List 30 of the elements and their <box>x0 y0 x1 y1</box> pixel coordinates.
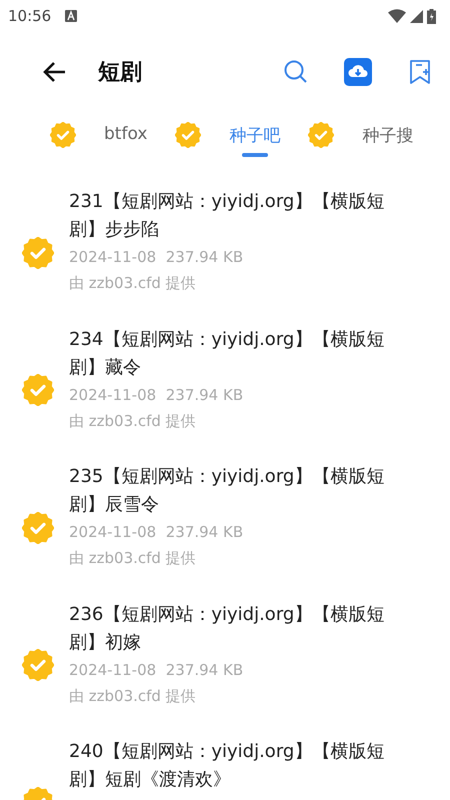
item-date-size: 2024-11-08 237.94 KB <box>69 660 244 680</box>
item-date-size: 2024-11-08 237.94 KB <box>69 247 244 268</box>
item-date-size: 2024-11-08 237.94 KB <box>69 384 244 406</box>
verified-badge-icon <box>50 122 76 148</box>
verified-badge-icon <box>22 374 54 406</box>
item-source: 由 zzb03.cfd 提供 <box>69 686 197 706</box>
item-title[interactable]: 236【短剧网站：yiyidj.org】【横版短剧】初嫁 <box>69 600 419 656</box>
verified-badge-icon <box>22 649 54 682</box>
cloud-download-button[interactable] <box>344 58 372 86</box>
status-time: 10:56 <box>8 7 52 25</box>
verified-badge-icon <box>175 122 202 148</box>
verified-badge-icon <box>22 512 54 544</box>
item-source: 由 zzb03.cfd 提供 <box>69 548 197 569</box>
item-date-size: 2024-11-08 237.94 KB <box>69 522 244 543</box>
item-source: 由 zzb03.cfd 提供 <box>69 273 197 294</box>
page-title: 短剧 <box>98 59 142 87</box>
source-tab[interactable]: 种子搜 <box>362 120 414 172</box>
item-source: 由 zzb03.cfd 提供 <box>69 410 197 432</box>
item-title[interactable]: 234【短剧网站：yiyidj.org】【横版短剧】藏令 <box>69 326 419 382</box>
source-tab[interactable]: btfox <box>104 120 148 172</box>
notification-icon <box>65 10 78 22</box>
signal-icon <box>410 10 423 22</box>
item-title[interactable]: 235【短剧网站：yiyidj.org】【横版短剧】辰雪令 <box>69 463 419 519</box>
item-title[interactable]: 231【短剧网站：yiyidj.org】【横版短剧】步步陷 <box>69 188 419 244</box>
verified-badge-icon <box>22 236 54 269</box>
battery-icon <box>427 8 436 24</box>
item-title[interactable]: 240【短剧网站：yiyidj.org】【横版短剧】短剧《渡清欢》 <box>69 738 419 794</box>
verified-badge-icon <box>308 122 334 148</box>
source-tab[interactable]: 种子吧 <box>229 120 280 172</box>
wifi-icon <box>388 9 406 23</box>
